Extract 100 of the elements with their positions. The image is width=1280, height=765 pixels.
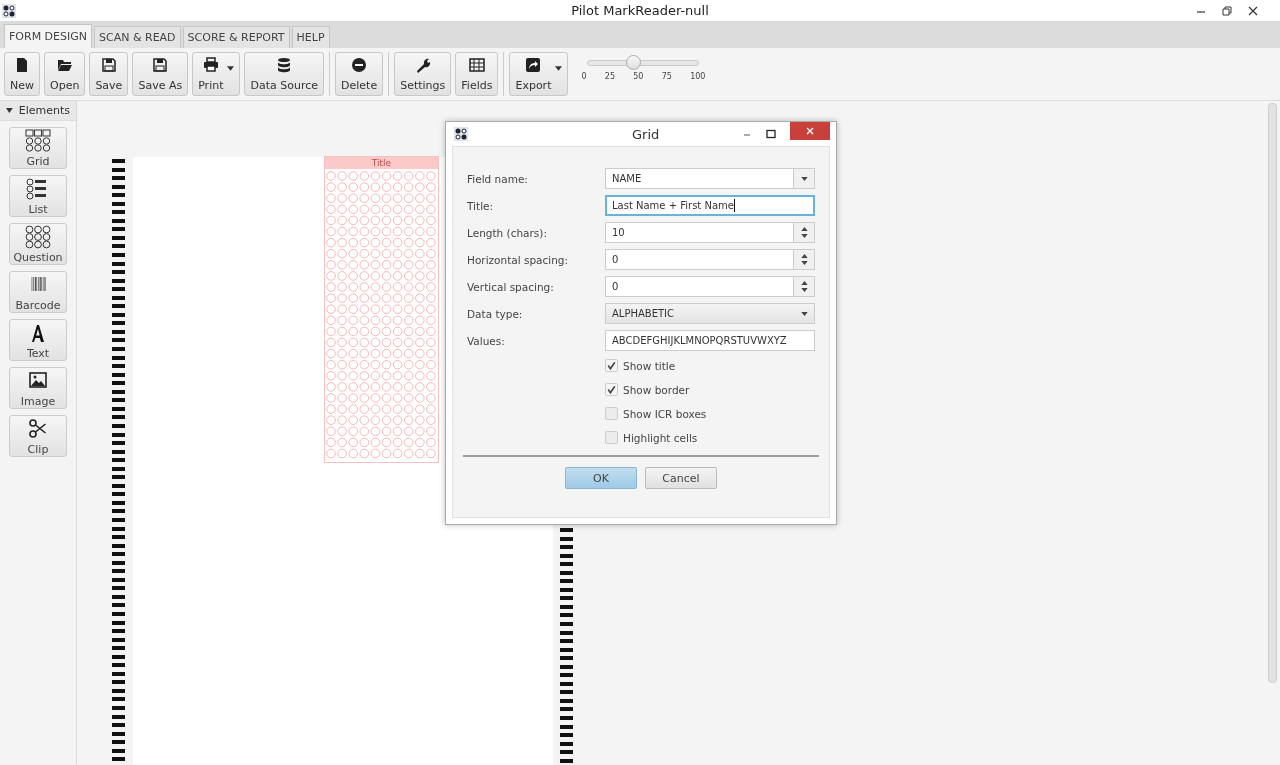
timing-mark [112, 748, 125, 753]
timing-mark [560, 528, 573, 532]
increment-arrow-icon[interactable] [800, 281, 808, 285]
timing-mark [560, 596, 573, 601]
element-button[interactable]: Grid [9, 127, 67, 169]
timing-mark [112, 167, 125, 172]
timing-mark [560, 698, 573, 703]
toolbar-button[interactable]: Open [44, 52, 86, 96]
timing-mark [112, 193, 125, 198]
timing-mark [560, 639, 573, 644]
toolbar-button[interactable]: Data Source [244, 52, 325, 96]
toolbar-button[interactable]: Save [89, 52, 129, 96]
timing-mark [560, 647, 573, 652]
timing-mark [112, 423, 125, 428]
toolbar-button[interactable]: Print [192, 52, 241, 96]
timing-mark [112, 577, 125, 582]
timing-mark [112, 517, 125, 522]
timing-mark [560, 587, 573, 592]
timing-mark [112, 500, 125, 505]
tab[interactable]: HELP [291, 26, 330, 48]
checkbox[interactable] [605, 407, 618, 420]
checkmark-icon [606, 384, 617, 395]
close-icon [805, 126, 815, 136]
checkbox[interactable] [605, 359, 618, 372]
scrollbar[interactable] [1268, 103, 1277, 683]
cancel-button[interactable]: Cancel [645, 467, 717, 489]
decrement-arrow-icon[interactable] [800, 288, 808, 292]
tab[interactable]: SCAN & READ [94, 26, 181, 48]
increment-arrow-icon[interactable] [800, 227, 808, 231]
timing-mark [560, 681, 573, 686]
timing-mark [112, 620, 125, 625]
timing-mark [112, 731, 125, 736]
timing-mark [112, 329, 125, 334]
close-icon[interactable] [1248, 5, 1258, 16]
element-button[interactable]: Clip [9, 415, 67, 457]
toolbar-button[interactable]: Export [509, 52, 569, 96]
share-icon [525, 56, 542, 73]
timing-mark [560, 673, 573, 678]
timing-mark [112, 740, 125, 745]
timing-mark [560, 562, 573, 567]
timing-mark [112, 381, 125, 386]
element-button[interactable]: Question [9, 223, 67, 265]
caret-icon [801, 311, 808, 316]
maximize-icon[interactable] [766, 129, 776, 139]
wrench-icon [414, 56, 431, 73]
field-label: Horizontal spacing: [467, 253, 570, 266]
restore-icon[interactable] [1222, 5, 1232, 16]
tab[interactable]: SCORE & REPORT [182, 26, 290, 48]
database-icon [276, 56, 293, 73]
timing-mark [112, 415, 125, 420]
slider-tick-label: 50 [633, 71, 644, 81]
field-label: Field name: [467, 172, 529, 185]
spinner-field[interactable]: 0 [605, 249, 815, 270]
ok-button[interactable]: OK [565, 467, 637, 489]
spinner-field[interactable]: 10 [605, 222, 815, 243]
timing-mark [112, 295, 125, 300]
decrement-arrow-icon[interactable] [800, 234, 808, 238]
timing-mark [112, 201, 125, 206]
document-icon [14, 56, 30, 73]
element-button[interactable]: Text [9, 319, 67, 361]
text-field[interactable]: ABCDEFGHIJKLMNOPQRSTUVWXYZ [605, 330, 815, 351]
timing-mark [112, 176, 125, 181]
timing-mark [112, 612, 125, 616]
slider-tick-label: 25 [604, 71, 615, 81]
slider-tick-label: 100 [690, 71, 706, 81]
toolbar-button[interactable]: New [4, 52, 40, 96]
elements-header[interactable]: Elements [0, 101, 76, 121]
timing-mark [112, 253, 125, 257]
timing-mark [112, 492, 125, 497]
timing-mark [112, 552, 125, 557]
timing-mark [112, 483, 125, 488]
timing-mark [112, 671, 125, 676]
combo-box[interactable]: NAME [605, 168, 815, 189]
timing-mark [112, 278, 125, 283]
checkbox[interactable] [605, 383, 618, 396]
timing-mark [112, 364, 125, 369]
toolbar-button[interactable]: Settings [394, 52, 452, 96]
timing-mark [560, 570, 573, 575]
text-field[interactable]: Last Name + First Name [605, 195, 815, 216]
slider-tick-label: 75 [661, 71, 672, 81]
timing-mark [112, 594, 125, 599]
dropdown[interactable]: ALPHABETIC [605, 303, 815, 324]
tab[interactable]: FORM DESIGN [4, 24, 92, 48]
checkbox[interactable] [605, 431, 618, 444]
timing-mark [112, 347, 125, 352]
timing-mark [112, 646, 125, 651]
toolbar-button[interactable]: Save As [132, 52, 189, 96]
timing-mark [560, 604, 573, 609]
checkbox-label: Show border [623, 383, 690, 396]
element-button[interactable]: Barcode [9, 271, 67, 313]
timing-mark [112, 338, 125, 343]
checkmark-icon [606, 360, 617, 371]
toolbar-button[interactable]: Delete [335, 52, 384, 96]
toolbar-button[interactable]: Fields [455, 52, 499, 96]
decrement-arrow-icon[interactable] [800, 261, 808, 265]
element-button[interactable]: List [9, 175, 67, 217]
element-button[interactable]: Image [9, 367, 67, 409]
increment-arrow-icon[interactable] [800, 254, 808, 258]
spinner-field[interactable]: 0 [605, 276, 815, 297]
timing-mark [560, 553, 573, 558]
